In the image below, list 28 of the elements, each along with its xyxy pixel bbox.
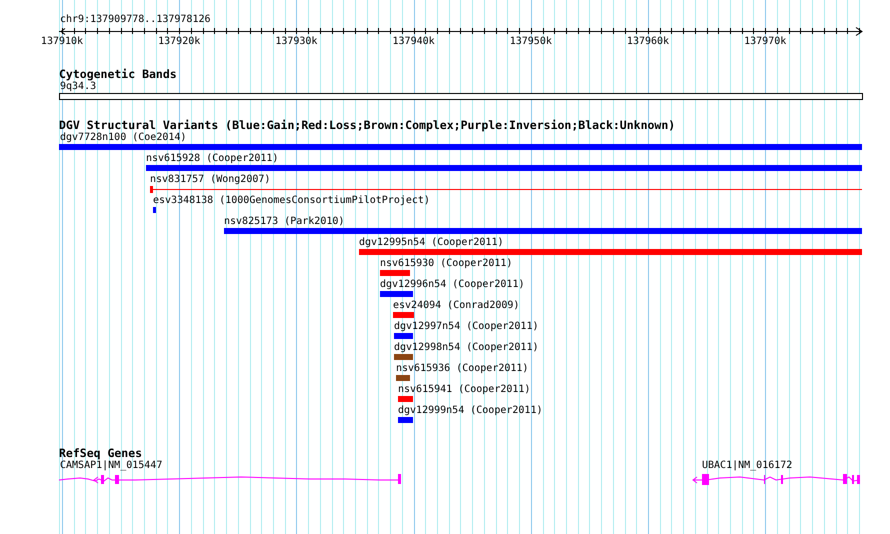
tick-label: 137970k [744, 36, 786, 48]
variant-label: dgv12999n54 (Cooper2011) [398, 405, 542, 416]
tick-label: 137920k [158, 36, 200, 48]
track-title: RefSeq Genes [59, 447, 142, 460]
tick-label: 137960k [626, 36, 670, 48]
variant-label: nsv615936 (Cooper2011) [396, 363, 528, 374]
variant-label: dgv12997n54 (Cooper2011) [394, 321, 538, 332]
variant-label: esv3348138 (1000GenomesConsortiumPilotProject) [153, 195, 430, 206]
variant-label: nsv615941 (Cooper2011) [398, 384, 530, 395]
variant-label: nsv831757 (Wong2007) [150, 174, 270, 185]
variant-label: esv24094 (Conrad2009) [393, 300, 520, 311]
tick-label: 137950k [510, 36, 552, 48]
tick-label: 137910k [40, 36, 84, 48]
track-title: DGV Structural Variants (Blue:Gain;Red:Loss;Brown:Complex;Purple:Inversion;Black:Unknown) [59, 119, 676, 132]
variant-label: dgv12995n54 (Cooper2011) [359, 237, 504, 248]
tick-label: 137940k [392, 36, 435, 48]
gene-label: CAMSAP1|NM_015447 [60, 460, 162, 471]
variant-label: nsv825173 (Park2010) [224, 216, 344, 227]
variant-label: nsv615928 (Cooper2011) [146, 153, 278, 164]
position-label: chr9:137909778..137978126 [60, 14, 212, 26]
gene-label: UBAC1|NM_016172 [702, 460, 792, 471]
track-title: Cytogenetic Bands [59, 68, 177, 81]
variant-label: dgv7728n100 (Coe2014) [60, 132, 186, 143]
tick-label: 137930k [275, 36, 318, 48]
variant-label: nsv615930 (Cooper2011) [380, 258, 512, 269]
variant-label: dgv12996n54 (Cooper2011) [380, 279, 524, 290]
band-label: 9q34.3 [60, 81, 96, 92]
variant-label: dgv12998n54 (Cooper2011) [394, 342, 538, 353]
